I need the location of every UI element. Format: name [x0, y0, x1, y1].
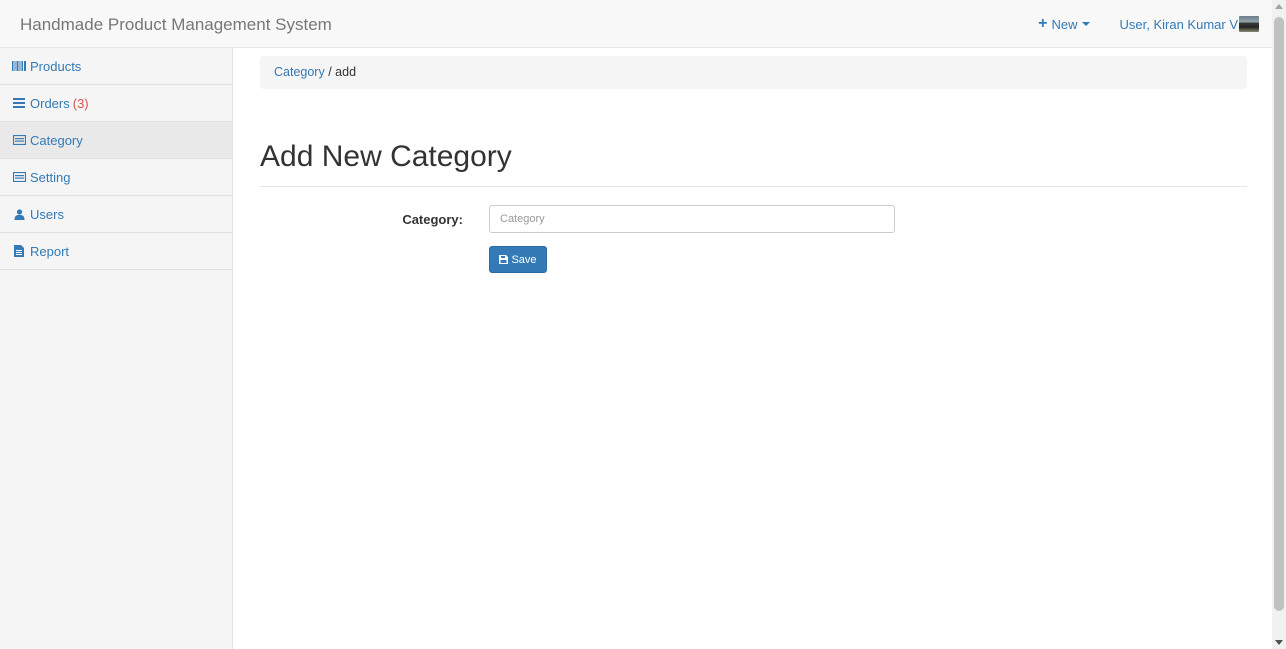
- scroll-down-arrow-icon[interactable]: [1275, 640, 1283, 645]
- app-title[interactable]: Handmade Product Management System: [20, 0, 332, 50]
- sidebar-item-report[interactable]: Report: [0, 233, 232, 270]
- new-dropdown[interactable]: + New: [1038, 15, 1090, 32]
- sidebar-item-users[interactable]: Users: [0, 196, 232, 233]
- title-divider: [260, 186, 1247, 187]
- top-navbar: Handmade Product Management System + New…: [0, 0, 1272, 48]
- sidebar-item-orders[interactable]: Orders (3): [0, 85, 232, 122]
- sidebar-item-label: Users: [30, 206, 64, 222]
- user-label: User, Kiran Kumar V: [1119, 16, 1239, 32]
- breadcrumb: Category / add: [260, 56, 1247, 89]
- orders-count-badge: (3): [72, 95, 89, 111]
- card-icon: [12, 171, 26, 183]
- navbar-right: + New User, Kiran Kumar V: [1038, 0, 1272, 48]
- scroll-up-arrow-icon[interactable]: [1275, 4, 1283, 9]
- sidebar-item-setting[interactable]: Setting: [0, 159, 232, 196]
- sidebar-item-label: Setting: [30, 169, 71, 185]
- save-button[interactable]: Save: [489, 246, 547, 273]
- list-icon: [12, 97, 26, 109]
- category-label: Category:: [402, 212, 463, 227]
- vertical-scrollbar[interactable]: [1272, 0, 1286, 649]
- sidebar-item-label: Orders: [30, 95, 70, 111]
- user-menu[interactable]: User, Kiran Kumar V: [1119, 16, 1259, 32]
- file-icon: [12, 245, 26, 257]
- caret-down-icon: [1081, 22, 1090, 26]
- barcode-icon: [12, 60, 26, 72]
- sidebar-item-products[interactable]: Products: [0, 48, 232, 85]
- sidebar-item-label: Category: [30, 132, 83, 148]
- floppy-disk-icon: [499, 255, 509, 264]
- avatar: [1239, 16, 1259, 32]
- scrollbar-thumb[interactable]: [1274, 17, 1284, 611]
- card-icon: [12, 134, 26, 146]
- page-title: Add New Category: [260, 140, 512, 173]
- breadcrumb-current: add: [335, 65, 357, 79]
- category-input[interactable]: [489, 205, 895, 233]
- sidebar-item-label: Products: [30, 58, 82, 74]
- sidebar-item-label: Report: [30, 243, 70, 259]
- plus-icon: +: [1038, 15, 1048, 32]
- sidebar: Products Orders (3) Category Setting Use…: [0, 48, 233, 649]
- sidebar-item-category[interactable]: Category: [0, 122, 232, 159]
- user-icon: [12, 208, 26, 220]
- breadcrumb-link-category[interactable]: Category: [274, 65, 325, 79]
- new-label: New: [1051, 16, 1078, 32]
- save-button-label: Save: [511, 253, 537, 266]
